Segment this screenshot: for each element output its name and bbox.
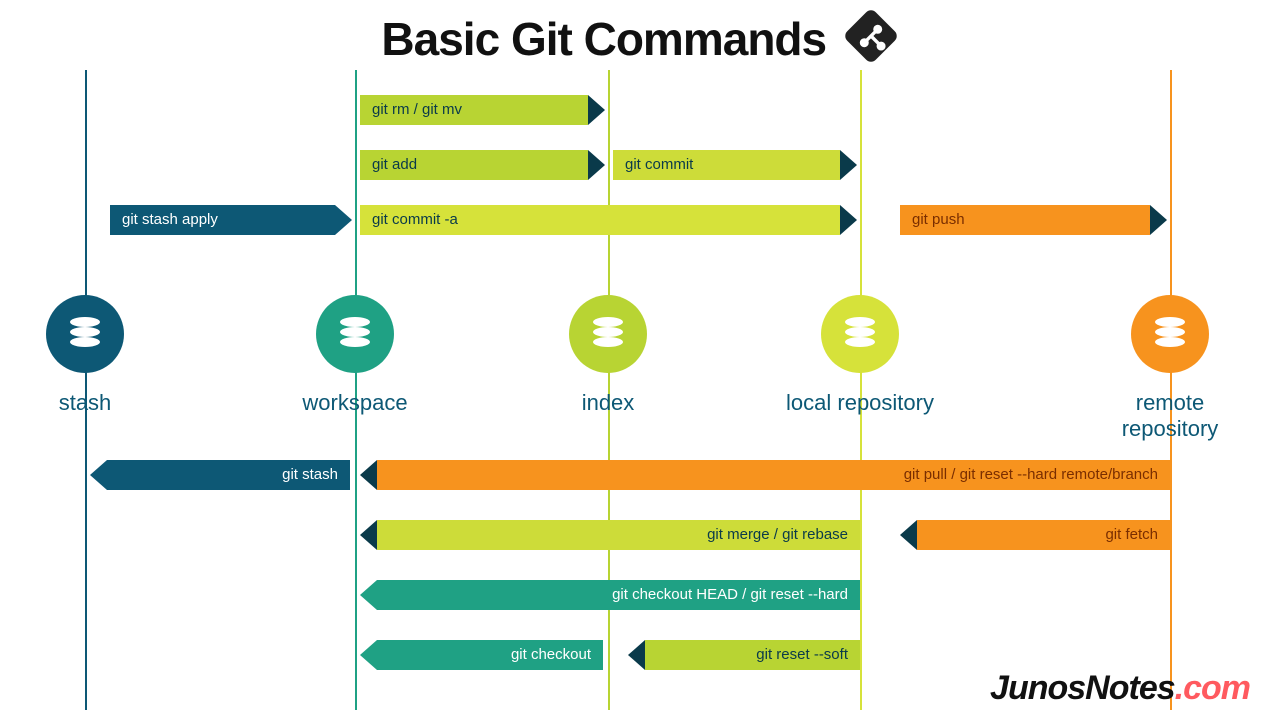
node-stash	[46, 295, 124, 373]
title-row: Basic Git Commands	[0, 8, 1280, 69]
lane-label-stash: stash	[59, 390, 112, 416]
arrow-pull-label: git pull / git reset --hard remote/branc…	[904, 466, 1158, 483]
arrow-commit-label: git commit	[625, 156, 693, 173]
arrow-stash-apply: git stash apply	[110, 205, 335, 235]
arrow-commit-a: git commit -a	[360, 205, 840, 235]
node-remote	[1131, 295, 1209, 373]
arrow-checkout-head: git checkout HEAD / git reset --hard	[377, 580, 860, 610]
arrow-checkout: git checkout	[377, 640, 603, 670]
git-logo-icon	[843, 8, 899, 69]
arrow-merge: git merge / git rebase	[377, 520, 860, 550]
arrow-add: git add	[360, 150, 588, 180]
node-work	[316, 295, 394, 373]
arrow-stash-label: git stash	[282, 466, 338, 483]
arrow-rm-mv-label: git rm / git mv	[372, 101, 462, 118]
arrow-add-label: git add	[372, 156, 417, 173]
lane-label-local: local repository	[786, 390, 934, 416]
lane-label-work: workspace	[302, 390, 407, 416]
arrow-commit-a-label: git commit -a	[372, 211, 458, 228]
arrow-checkout-label: git checkout	[511, 646, 591, 663]
node-index	[569, 295, 647, 373]
arrow-push-label: git push	[912, 211, 965, 228]
brand-suffix: .com	[1175, 669, 1250, 707]
arrow-rm-mv: git rm / git mv	[360, 95, 588, 125]
arrow-pull: git pull / git reset --hard remote/branc…	[377, 460, 1170, 490]
arrow-reset-soft: git reset --soft	[645, 640, 860, 670]
arrow-commit: git commit	[613, 150, 840, 180]
arrow-stash-apply-label: git stash apply	[122, 211, 218, 228]
arrow-checkout-head-label: git checkout HEAD / git reset --hard	[612, 586, 848, 603]
node-local	[821, 295, 899, 373]
page-title: Basic Git Commands	[381, 12, 826, 66]
arrow-stash: git stash	[107, 460, 350, 490]
arrow-fetch: git fetch	[917, 520, 1170, 550]
arrow-merge-label: git merge / git rebase	[707, 526, 848, 543]
arrow-push: git push	[900, 205, 1150, 235]
arrow-reset-soft-label: git reset --soft	[756, 646, 848, 663]
arrow-fetch-label: git fetch	[1105, 526, 1158, 543]
lane-label-remote: remote repository	[1115, 390, 1225, 442]
brand-name: JunosNotes	[990, 669, 1175, 707]
lane-label-index: index	[582, 390, 635, 416]
footer-brand: JunosNotes.com	[990, 669, 1250, 708]
